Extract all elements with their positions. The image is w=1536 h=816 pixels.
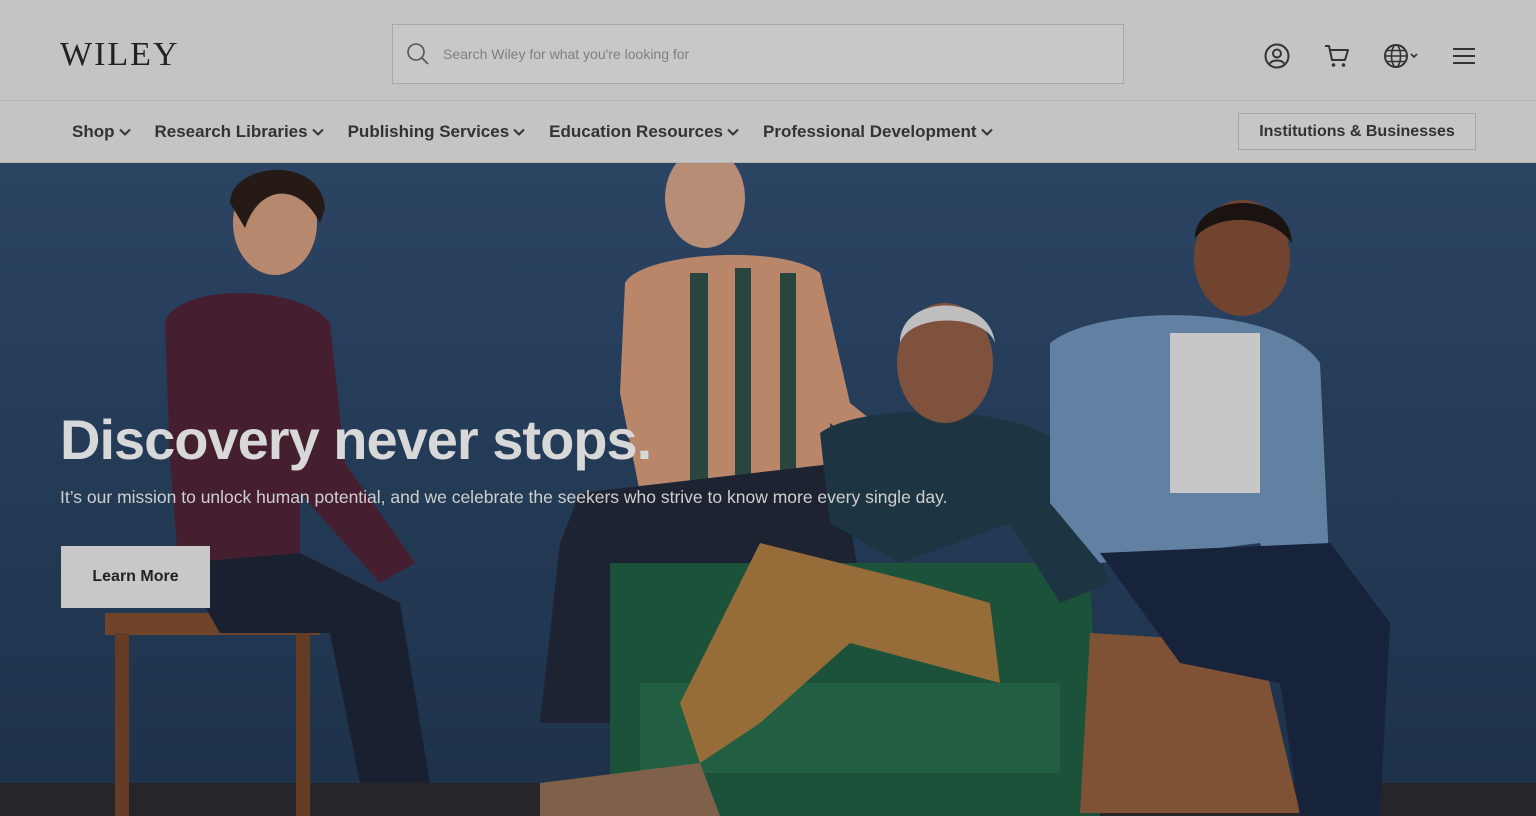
institutions-businesses-button[interactable]: Institutions & Businesses — [1238, 113, 1476, 150]
nav-item-label: Education Resources — [549, 122, 723, 141]
cart-icon[interactable] — [1324, 40, 1350, 72]
nav-item-label: Publishing Services — [347, 122, 510, 141]
globe-icon[interactable] — [1384, 40, 1418, 72]
header-actions — [1230, 40, 1476, 72]
chevron-down-icon — [980, 128, 993, 136]
account-icon[interactable] — [1264, 40, 1290, 72]
nav-item-shop[interactable]: Shop — [60, 122, 143, 142]
chevron-down-icon — [118, 128, 131, 136]
hero-subline: It’s our mission to unlock human potenti… — [60, 487, 948, 507]
search-icon[interactable] — [393, 42, 443, 66]
chevron-down-icon — [513, 128, 525, 136]
nav-item-label: Shop — [72, 122, 115, 141]
main-nav: Shop Research Libraries Publishing Servi… — [0, 100, 1536, 163]
search-bar[interactable] — [392, 24, 1124, 84]
nav-item-education-resources[interactable]: Education Resources — [537, 122, 751, 142]
nav-item-professional-development[interactable]: Professional Development — [751, 122, 1005, 142]
nav-item-label: Professional Development — [762, 122, 977, 141]
nav-item-label: Research Libraries — [154, 122, 308, 141]
hero-banner: Discovery never stops. It’s our mission … — [0, 163, 1536, 816]
nav-item-publishing-services[interactable]: Publishing Services — [336, 122, 538, 142]
nav-item-research-libraries[interactable]: Research Libraries — [143, 122, 336, 142]
hero-headline: Discovery never stops. — [60, 408, 652, 471]
chevron-down-icon — [311, 128, 324, 136]
chevron-down-icon — [727, 128, 739, 136]
learn-more-button[interactable]: Learn More — [61, 546, 210, 608]
menu-icon[interactable] — [1452, 40, 1476, 72]
search-input[interactable] — [443, 46, 1093, 62]
top-header: WILEY — [0, 0, 1536, 100]
wiley-logo[interactable]: WILEY — [60, 36, 180, 74]
